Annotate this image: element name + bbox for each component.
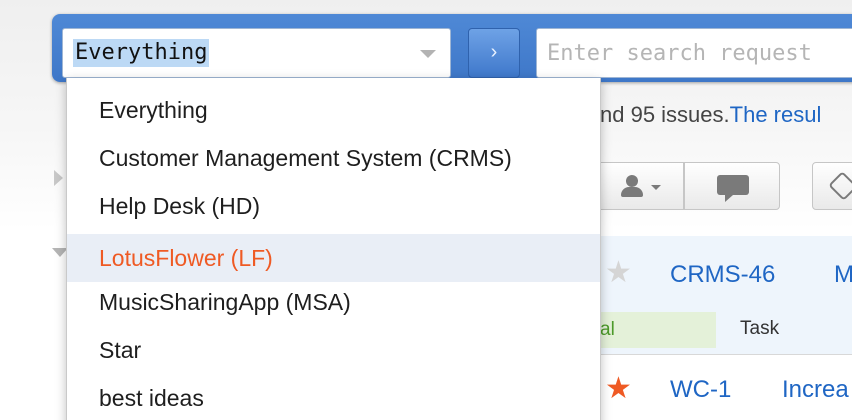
issue-key-link[interactable]: WC-1 — [670, 376, 731, 404]
row-divider — [584, 354, 852, 355]
comment-icon — [717, 175, 749, 202]
app-root: nd 95 issues.The resul ★ CRMS-46 M al Ta… — [0, 0, 852, 420]
results-link[interactable]: The resul — [730, 102, 822, 127]
star-icon-filled[interactable]: ★ — [605, 374, 632, 404]
dropdown-item-star[interactable]: Star — [67, 326, 600, 374]
results-summary: nd 95 issues.The resul — [600, 102, 821, 128]
status-badge: al — [584, 312, 716, 348]
dropdown-item-msa[interactable]: MusicSharingApp (MSA) — [67, 278, 600, 326]
star-icon[interactable]: ★ — [605, 258, 632, 288]
issue-type: Task — [740, 318, 780, 339]
tag-icon — [828, 171, 852, 201]
person-icon — [621, 175, 643, 199]
search-input[interactable] — [536, 28, 852, 78]
tag-button[interactable] — [812, 162, 852, 210]
dropdown-item-crms[interactable]: Customer Management System (CRMS) — [67, 134, 600, 182]
dropdown-item-hd[interactable]: Help Desk (HD) — [67, 182, 600, 230]
issue-key-link[interactable]: CRMS-46 — [670, 261, 775, 289]
scope-dropdown-menu: Everything Customer Management System (C… — [66, 78, 601, 420]
results-count-text: nd 95 issues. — [600, 102, 730, 127]
caret-down-icon — [651, 185, 661, 190]
issue-summary-link[interactable]: Increa — [782, 376, 849, 404]
scope-select[interactable]: Everything — [62, 28, 451, 78]
scope-select-value: Everything — [73, 39, 210, 67]
collapse-arrow-icon[interactable] — [54, 170, 63, 186]
dropdown-item-lf[interactable]: LotusFlower (LF) — [67, 234, 600, 282]
comment-button[interactable] — [684, 162, 780, 210]
go-button[interactable]: › — [468, 28, 520, 78]
chevron-down-icon[interactable] — [420, 50, 436, 58]
dropdown-item-best-ideas[interactable]: best ideas — [67, 374, 600, 420]
dropdown-item-everything[interactable]: Everything — [67, 86, 600, 134]
issue-summary-link[interactable]: M — [834, 261, 852, 289]
chevron-right-icon: › — [490, 41, 498, 63]
